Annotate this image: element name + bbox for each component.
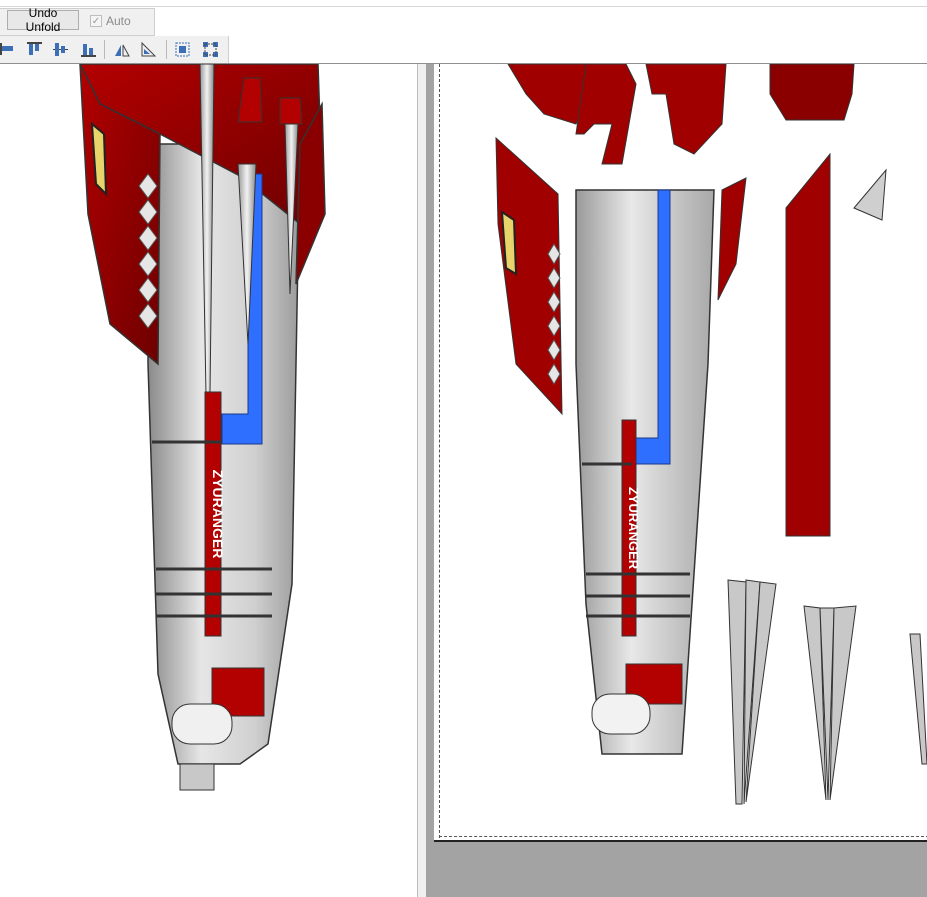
small-part [853, 168, 887, 221]
nozzle-shape [171, 703, 233, 745]
red-part [717, 177, 747, 301]
red-part [575, 64, 637, 165]
auto-label: Auto [106, 14, 131, 28]
3d-view[interactable]: ZYURANGER [0, 64, 417, 897]
checkmark-icon: ✓ [90, 15, 102, 27]
undo-unfold-button[interactable]: Undo Unfold [7, 6, 79, 34]
red-part [769, 64, 855, 121]
align-center-icon[interactable] [52, 41, 69, 58]
spike-parts [727, 579, 927, 805]
toolbar-separator [104, 40, 105, 59]
align-left-icon[interactable] [0, 41, 17, 58]
toolbar: Undo Unfold ✓ Auto [0, 0, 927, 36]
canvas-background [426, 842, 927, 897]
auto-checkbox[interactable]: ✓ Auto [90, 12, 131, 30]
tip-shape [179, 763, 215, 791]
red-part [785, 152, 831, 537]
unfolded-parts: ZYURANGER [495, 64, 927, 805]
logo-text-part: ZYURANGER [626, 487, 641, 570]
mirror-vertical-icon[interactable] [140, 41, 157, 58]
align-top-icon[interactable] [26, 41, 43, 58]
ungroup-icon[interactable] [202, 41, 219, 58]
2d-layout-view[interactable]: ZYURANGER [426, 64, 927, 897]
view-splitter[interactable] [417, 64, 426, 897]
top-border [0, 6, 927, 7]
mirror-horizontal-icon[interactable] [113, 41, 130, 58]
logo-text: ZYURANGER [210, 470, 226, 559]
align-bottom-icon[interactable] [80, 41, 97, 58]
group-icon[interactable] [174, 41, 191, 58]
toolbar-separator [166, 40, 167, 59]
alignment-toolbar [0, 36, 229, 64]
3d-model: ZYURANGER [79, 64, 326, 791]
red-part [645, 64, 727, 155]
